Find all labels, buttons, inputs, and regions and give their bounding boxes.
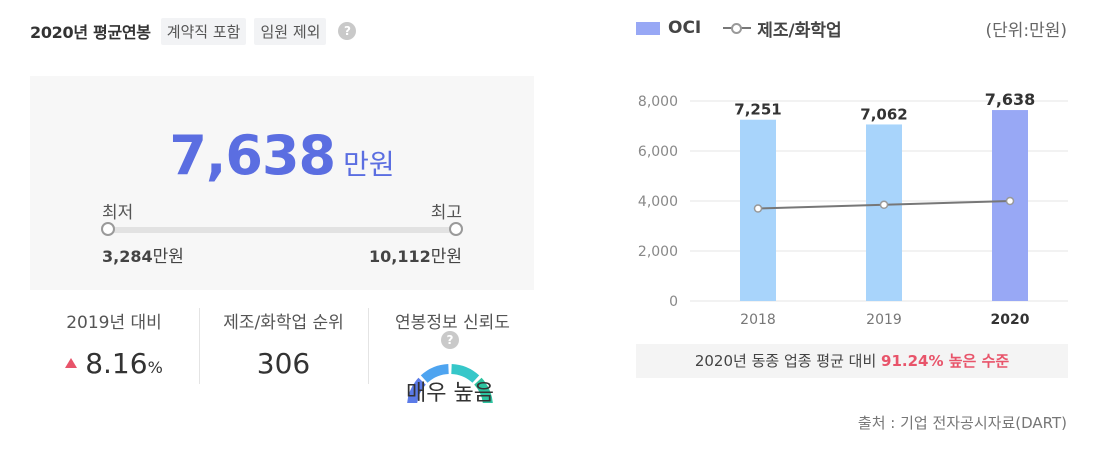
max-salary-unit: 만원 [430, 247, 462, 267]
stat-yoy-label: 2019년 대비 [66, 313, 162, 333]
max-knob [449, 222, 463, 236]
trust-level-value: 매우 높음 [406, 381, 494, 403]
page-title: 2020년 평균연봉 [30, 23, 151, 42]
min-knob [101, 222, 115, 236]
min-salary: 3,284만원 [102, 242, 184, 267]
average-salary-unit: 만원 [343, 148, 395, 181]
trust-gauge: 매우 높음 [405, 357, 495, 403]
salary-range-track [108, 227, 456, 233]
industry-point [1005, 196, 1015, 206]
legend-bar-label: OCI [668, 18, 702, 38]
legend-line-label: 제조/화학업 [757, 20, 842, 41]
unit-label: (단위:만원) [985, 21, 1067, 41]
salary-header: 2020년 평균연봉 계약직 포함 임원 제외 ? [30, 16, 357, 46]
y-tick-label: 0 [669, 294, 678, 310]
max-label: 최고 [430, 203, 462, 223]
y-tick-label: 2,000 [638, 244, 678, 260]
stat-yoy: 2019년 대비 8.16% [30, 308, 198, 384]
average-salary-value: 7,638 [169, 124, 336, 187]
bar-2020 [992, 110, 1028, 301]
stat-rank: 제조/화학업 순위 306 [199, 308, 367, 384]
min-label: 최저 [102, 203, 134, 223]
max-salary: 10,112만원 [369, 242, 462, 267]
data-source: 출처 : 기업 전자공시자료(DART) [857, 414, 1067, 432]
contract-included-chip: 계약직 포함 [160, 17, 247, 45]
help-icon[interactable]: ? [338, 22, 357, 40]
stat-yoy-value-wrap: 8.16% [30, 347, 198, 380]
stat-yoy-value: 8.16 [85, 347, 148, 380]
y-tick-label: 4,000 [638, 194, 678, 210]
max-salary-value: 10,112 [368, 247, 431, 266]
legend-line-swatch [723, 21, 752, 35]
chart-legend: OCI 제조/화학업 [636, 14, 842, 42]
y-tick-label: 8,000 [638, 94, 678, 110]
comparison-text: 2020년 동종 업종 평균 대비 [694, 352, 882, 370]
stat-yoy-percent: % [147, 358, 163, 377]
bar-value-label: 7,638 [985, 90, 1036, 109]
stat-rank-label: 제조/화학업 순위 [223, 313, 344, 333]
x-tick-label: 2019 [866, 312, 902, 328]
bar-value-label: 7,062 [860, 105, 907, 123]
executives-excluded-chip: 임원 제외 [254, 17, 327, 45]
industry-point [879, 200, 889, 209]
x-tick-label: 2018 [740, 312, 776, 328]
comparison-highlight: 91.24% 높은 수준 [881, 352, 1010, 370]
stat-rank-value: 306 [256, 347, 311, 380]
y-tick-label: 6,000 [638, 144, 678, 160]
stat-trust-label: 연봉정보 신뢰도 [395, 313, 510, 333]
x-tick-label: 2020 [991, 312, 1030, 328]
industry-point [753, 204, 763, 213]
average-salary: 7,638 만원 [30, 124, 534, 187]
salary-summary: 7,638 만원 최저 최고 3,284만원 10,112만원 [30, 76, 534, 290]
bar-2019 [866, 124, 902, 301]
salary-chart: 0 2,000 4,000 6,000 8,000 7,251 2018 7,062 2019 7… [638, 90, 1068, 328]
min-salary-value: 3,284 [102, 247, 153, 266]
increase-triangle-icon [65, 358, 78, 368]
min-salary-unit: 만원 [152, 247, 184, 267]
trust-help-icon[interactable]: ? [441, 331, 459, 349]
industry-comparison: 2020년 동종 업종 평균 대비 91.24% 높은 수준 [636, 344, 1068, 378]
bar-value-label: 7,251 [734, 101, 781, 119]
legend-bar-swatch [636, 21, 660, 35]
